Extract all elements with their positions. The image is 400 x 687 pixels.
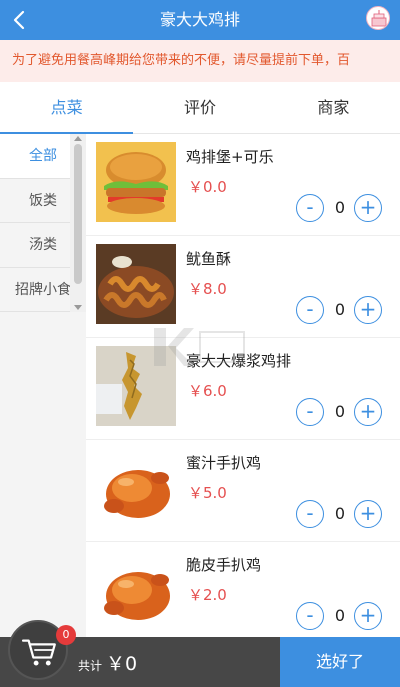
- increase-button[interactable]: +: [354, 194, 382, 222]
- roast-chicken-image: [96, 448, 176, 528]
- scroll-down-arrow-icon[interactable]: [74, 305, 82, 310]
- increase-button[interactable]: +: [354, 296, 382, 324]
- dish-price: ￥5.0: [188, 484, 227, 502]
- dish-name: 鸡排堡+可乐: [186, 148, 274, 166]
- dish-name: 鱿鱼酥: [186, 250, 232, 268]
- list-item: 脆皮手扒鸡 ￥2.0 - 0 +: [86, 542, 400, 637]
- quantity-value: 0: [334, 504, 346, 523]
- dish-list: 鸡排堡+可乐 ￥0.0 - 0 + 鱿鱼酥 ￥8.0 - 0 + 豪大大爆浆鸡排…: [86, 134, 400, 637]
- tab-menu[interactable]: 点菜: [0, 82, 134, 134]
- dish-name: 脆皮手扒鸡: [186, 556, 262, 574]
- increase-button[interactable]: +: [354, 602, 382, 630]
- dish-price: ￥8.0: [188, 280, 227, 298]
- checkout-button[interactable]: 选好了: [280, 637, 400, 687]
- burger-image: [96, 142, 176, 222]
- list-item: 蜜汁手扒鸡 ￥5.0 - 0 +: [86, 440, 400, 542]
- watermark-logo-icon: [154, 328, 245, 366]
- sidebar-scrollbar[interactable]: [70, 134, 86, 312]
- dish-price: ￥2.0: [188, 586, 227, 604]
- tab-bar: 点菜 评价 商家: [0, 82, 400, 134]
- notice-banner: 为了避免用餐高峰期给您带来的不便，请尽量提前下单，百: [0, 40, 400, 82]
- quantity-value: 0: [334, 402, 346, 421]
- decrease-button[interactable]: -: [296, 500, 324, 528]
- decrease-button[interactable]: -: [296, 194, 324, 222]
- list-item: 鸡排堡+可乐 ￥0.0 - 0 +: [86, 134, 400, 236]
- dish-price: ￥6.0: [188, 382, 227, 400]
- cake-logo-icon: [366, 6, 390, 30]
- scroll-up-arrow-icon[interactable]: [74, 136, 82, 141]
- scrollbar-thumb[interactable]: [74, 144, 82, 284]
- dish-name: 蜜汁手扒鸡: [186, 454, 262, 472]
- dish-price: ￥0.0: [188, 178, 227, 196]
- increase-button[interactable]: +: [354, 500, 382, 528]
- squid-fries-image: [96, 244, 176, 324]
- roast-chicken-image: [96, 550, 176, 630]
- increase-button[interactable]: +: [354, 398, 382, 426]
- tab-reviews[interactable]: 评价: [133, 82, 266, 133]
- total-value: ￥0: [106, 653, 138, 675]
- quantity-value: 0: [334, 300, 346, 319]
- total-label: 共计: [78, 659, 103, 673]
- decrease-button[interactable]: -: [296, 296, 324, 324]
- quantity-value: 0: [334, 198, 346, 217]
- cart-count-badge: 0: [56, 625, 76, 645]
- tab-merchant[interactable]: 商家: [267, 82, 400, 133]
- decrease-button[interactable]: -: [296, 398, 324, 426]
- quantity-value: 0: [334, 606, 346, 625]
- header-bar: 豪大大鸡排: [0, 0, 400, 40]
- decrease-button[interactable]: -: [296, 602, 324, 630]
- page-title: 豪大大鸡排: [159, 10, 240, 29]
